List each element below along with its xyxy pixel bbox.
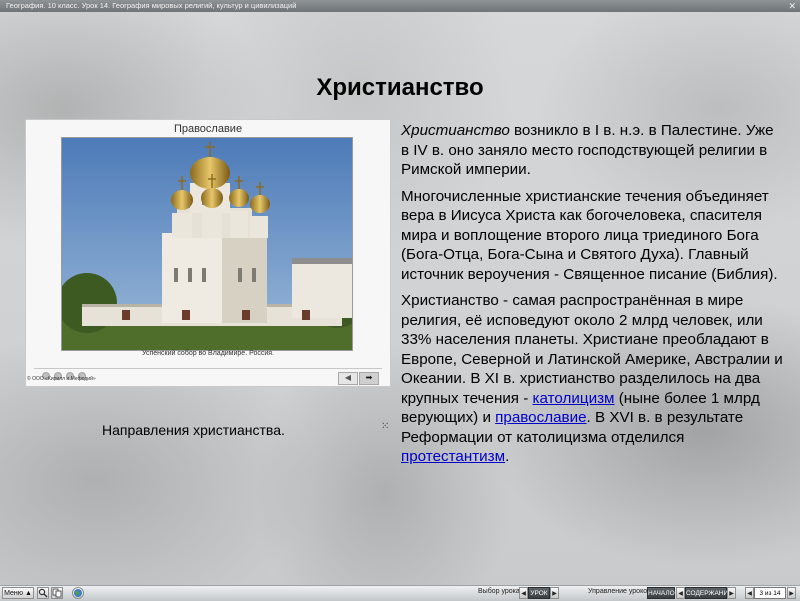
player-title: Православие bbox=[173, 123, 243, 135]
contents-prev-icon[interactable]: ◀ bbox=[676, 587, 685, 599]
window-title-bar: География. 10 класс. Урок 14. География … bbox=[0, 0, 800, 12]
search-icon[interactable] bbox=[37, 587, 49, 599]
bottom-taskbar: Меню ▲ Выбор урока: ◀ УРОК ▶ Управление … bbox=[0, 585, 800, 601]
start-button[interactable]: НАЧАЛО bbox=[647, 587, 675, 599]
lesson-next-icon[interactable]: ▶ bbox=[550, 587, 559, 599]
article-text: Христианство возникло в I в. н.э. в Пале… bbox=[401, 121, 783, 474]
copy-icon-glyph bbox=[52, 588, 62, 598]
lesson-control-label: Управление уроком: bbox=[588, 588, 654, 595]
close-icon[interactable]: ✕ bbox=[788, 0, 796, 12]
page-title: Христианство bbox=[316, 74, 484, 101]
link-orthodoxy[interactable]: православие bbox=[495, 409, 586, 426]
contents-next-icon[interactable]: ▶ bbox=[727, 587, 736, 599]
next-arrow-icon[interactable]: ➡ bbox=[359, 372, 379, 385]
page-next-icon[interactable]: ▶ bbox=[787, 587, 796, 599]
menu-button[interactable]: Меню ▲ bbox=[2, 587, 34, 599]
link-catholicism[interactable]: католицизм bbox=[533, 390, 615, 407]
page-prev-icon[interactable]: ◀ bbox=[745, 587, 754, 599]
paragraph-origin: Христианство возникло в I в. н.э. в Пале… bbox=[401, 121, 783, 180]
contents-button[interactable]: СОДЕРЖАНИЕ bbox=[685, 587, 733, 599]
cathedral-photo bbox=[61, 137, 353, 351]
lesson-select-label: Выбор урока: bbox=[478, 588, 522, 595]
globe-icon[interactable] bbox=[72, 587, 84, 599]
window-title: География. 10 класс. Урок 14. География … bbox=[6, 1, 297, 10]
globe-icon-glyph bbox=[74, 589, 82, 597]
photo-caption: Успенский собор во Владимире. Россия. bbox=[142, 350, 274, 357]
media-player: Православие Успенский собор во Владимире… bbox=[25, 119, 391, 387]
term-christianity: Христианство bbox=[401, 122, 510, 139]
link-protestantism[interactable]: протестантизм bbox=[401, 448, 505, 465]
copyright-label: © ООО «Кирилл и Мефодий» bbox=[27, 376, 96, 382]
lesson-button[interactable]: УРОК bbox=[528, 587, 550, 599]
paragraph-text: . bbox=[505, 448, 510, 465]
prev-arrow-icon[interactable]: ◀ bbox=[338, 372, 358, 385]
page-counter: 3 из 14 bbox=[754, 587, 786, 599]
lesson-prev-icon[interactable]: ◀ bbox=[519, 587, 528, 599]
cathedral-image bbox=[62, 138, 352, 350]
directions-label: Направления христианства. bbox=[102, 422, 285, 438]
search-icon-glyph bbox=[38, 588, 48, 598]
paragraph-spread: Христианство - самая распространённая в … bbox=[401, 291, 783, 467]
drag-handle-icon[interactable]: ⁙ bbox=[381, 421, 389, 432]
copy-icon[interactable] bbox=[51, 587, 63, 599]
paragraph-beliefs: Многочисленные христианские течения объе… bbox=[401, 187, 778, 283]
